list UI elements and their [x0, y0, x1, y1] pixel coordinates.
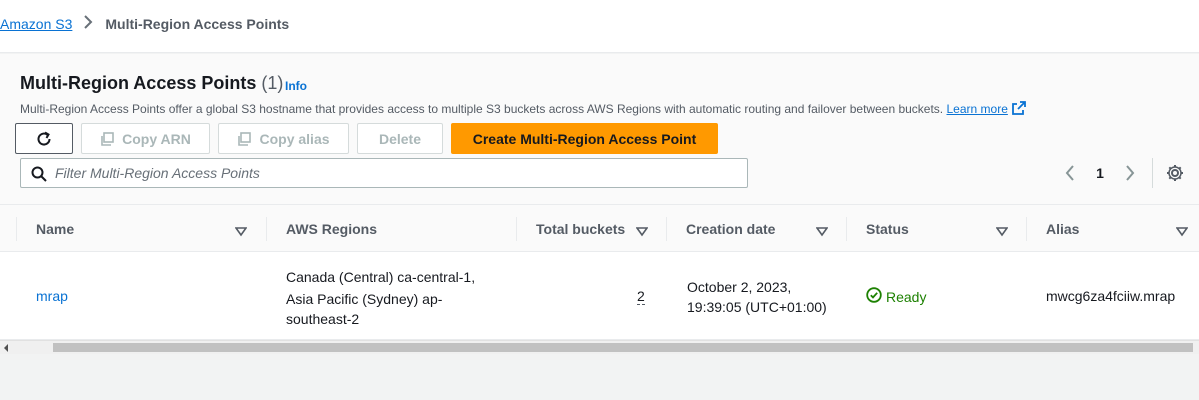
- external-link-icon: [1011, 101, 1026, 118]
- time-text: 19:39:05 (UTC+01:00): [687, 299, 827, 315]
- search-icon: [31, 166, 47, 187]
- table-row: mrap Canada (Central) ca-central-1, Asia…: [0, 252, 1199, 340]
- delete-button[interactable]: Delete: [357, 123, 443, 154]
- region-text: Asia Pacific (Sydney) ap-: [286, 291, 443, 307]
- column-separator: [516, 217, 517, 241]
- info-link[interactable]: Info: [285, 79, 307, 93]
- divider: [1152, 158, 1153, 188]
- column-label: AWS Regions: [286, 221, 378, 237]
- scroll-left-arrow-icon[interactable]: [4, 344, 8, 352]
- column-separator: [266, 217, 267, 241]
- filter-box: [20, 158, 748, 188]
- regions-cell: Canada (Central) ca-central-1, Asia Paci…: [286, 266, 475, 328]
- gear-icon[interactable]: [1166, 164, 1184, 187]
- description-text: Multi-Region Access Points offer a globa…: [20, 102, 944, 116]
- breadcrumb: Amazon S3 Multi-Region Access Points: [0, 15, 289, 32]
- column-header-creation-date[interactable]: Creation date: [666, 205, 846, 252]
- date-text: October 2, 2023,: [687, 279, 792, 295]
- sort-icon: [995, 224, 1009, 240]
- creation-date-cell: October 2, 2023, 19:39:05 (UTC+01:00): [687, 277, 827, 317]
- copy-arn-button[interactable]: Copy ARN: [81, 123, 210, 154]
- check-circle-icon: [866, 287, 882, 306]
- status-text: Ready: [886, 288, 927, 305]
- page-title: Multi-Region Access Points (1): [20, 73, 283, 94]
- page-title-text: Multi-Region Access Points: [20, 73, 257, 93]
- current-page[interactable]: 1: [1080, 165, 1120, 181]
- sort-icon: [234, 224, 248, 240]
- column-label: Status: [866, 221, 909, 237]
- next-page-button[interactable]: [1120, 163, 1140, 183]
- breadcrumb-current: Multi-Region Access Points: [105, 15, 290, 32]
- scrollbar-thumb[interactable]: [53, 343, 1193, 352]
- delete-label: Delete: [378, 130, 422, 147]
- copy-icon: [100, 131, 114, 146]
- chevron-right-icon: [83, 15, 93, 32]
- item-count: (1): [261, 73, 284, 93]
- alias-value: mwcg6za4fciiw.mrap: [1046, 288, 1176, 304]
- column-header-alias[interactable]: Alias: [1026, 205, 1199, 252]
- sort-icon: [635, 224, 649, 240]
- breadcrumb-bar: Amazon S3 Multi-Region Access Points: [0, 0, 1199, 53]
- pagination: 1: [1060, 163, 1140, 183]
- create-label: Create Multi-Region Access Point: [472, 130, 697, 147]
- access-point-name-link[interactable]: mrap: [36, 288, 68, 304]
- column-label: Creation date: [686, 221, 776, 237]
- column-header-name[interactable]: Name: [16, 205, 266, 252]
- access-points-panel: Multi-Region Access Points (1) Info Mult…: [0, 54, 1199, 340]
- refresh-button[interactable]: [15, 123, 73, 154]
- column-header-total-buckets[interactable]: Total buckets: [516, 205, 666, 252]
- copy-alias-button[interactable]: Copy alias: [218, 123, 349, 154]
- learn-more-label: Learn more: [946, 102, 1008, 116]
- create-access-point-button[interactable]: Create Multi-Region Access Point: [451, 123, 718, 154]
- column-header-status[interactable]: Status: [846, 205, 1026, 252]
- column-label: Name: [36, 221, 75, 237]
- column-separator: [666, 217, 667, 241]
- filter-input[interactable]: [55, 159, 735, 187]
- column-label: Total buckets: [536, 221, 626, 237]
- status-badge: Ready: [866, 287, 926, 306]
- sort-icon: [815, 224, 829, 240]
- learn-more-link[interactable]: Learn more: [946, 101, 1026, 118]
- column-header-regions[interactable]: AWS Regions: [266, 205, 516, 252]
- copy-alias-label: Copy alias: [259, 130, 330, 147]
- region-text: Canada (Central) ca-central-1,: [286, 269, 476, 285]
- breadcrumb-link-s3[interactable]: Amazon S3: [0, 16, 72, 32]
- copy-arn-label: Copy ARN: [122, 130, 191, 147]
- column-separator: [1026, 217, 1027, 241]
- total-buckets-value[interactable]: 2: [637, 288, 645, 305]
- refresh-icon: [35, 130, 53, 148]
- table-header: Name AWS Regions Total buckets Creation …: [0, 204, 1199, 252]
- previous-page-button[interactable]: [1060, 163, 1080, 183]
- column-separator: [846, 217, 847, 241]
- copy-icon: [237, 131, 252, 146]
- horizontal-scrollbar[interactable]: [0, 340, 1199, 354]
- column-separator: [16, 217, 17, 241]
- column-label: Alias: [1046, 221, 1080, 237]
- page-description: Multi-Region Access Points offer a globa…: [20, 101, 1026, 118]
- region-text: southeast-2: [286, 311, 360, 327]
- sort-icon: [1175, 224, 1189, 240]
